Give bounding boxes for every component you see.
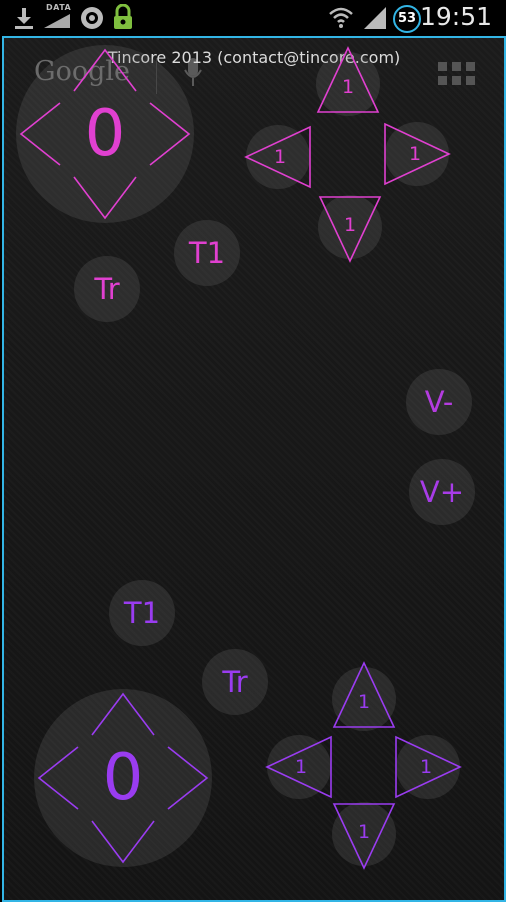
- player2-dpad-right[interactable]: 1: [395, 735, 462, 799]
- player1-dpad-left-label: 1: [273, 146, 287, 168]
- player1-dpad-right[interactable]: 1: [384, 122, 451, 186]
- volume-down-button[interactable]: V-: [406, 369, 472, 435]
- player1-dpad-right-label: 1: [408, 143, 422, 165]
- player1-joystick[interactable]: 0: [16, 45, 194, 223]
- volume-down-label: V-: [424, 385, 454, 419]
- player2-t1-label: T1: [123, 596, 161, 630]
- player1-dpad-down-label: 1: [343, 214, 357, 236]
- volume-up-button[interactable]: V+: [409, 459, 475, 525]
- player2-dpad-down-label: 1: [357, 821, 371, 843]
- app-notification-icon: [81, 7, 103, 29]
- player2-dpad-left[interactable]: 1: [265, 735, 332, 799]
- wifi-icon: [329, 7, 353, 28]
- notification-count-badge: 53: [393, 5, 421, 33]
- player2-dpad-left-label: 1: [294, 756, 308, 778]
- player1-joystick-value: 0: [84, 97, 126, 171]
- player1-tr-button[interactable]: Tr: [74, 256, 140, 322]
- player1-t1-button[interactable]: T1: [174, 220, 240, 286]
- player2-joystick[interactable]: 0: [34, 689, 212, 867]
- cell-signal-icon: [364, 7, 386, 29]
- player1-dpad-left[interactable]: 1: [244, 125, 311, 189]
- app-screen: Google Tincore 2013 (contact@tincore.com…: [2, 36, 506, 902]
- volume-up-label: V+: [419, 475, 465, 509]
- lock-icon: [114, 4, 132, 29]
- player1-dpad-down[interactable]: 1: [318, 195, 382, 263]
- player1-tr-label: Tr: [94, 272, 120, 306]
- data-label: DATA: [46, 3, 72, 12]
- player2-dpad-up[interactable]: 1: [332, 661, 396, 731]
- player2-t1-button[interactable]: T1: [109, 580, 175, 646]
- player1-dpad-up[interactable]: 1: [316, 46, 380, 116]
- player2-dpad-down[interactable]: 1: [332, 802, 396, 870]
- data-signal-icon: [44, 14, 70, 28]
- status-clock: 19:51: [419, 2, 492, 31]
- player2-dpad-up-label: 1: [357, 691, 371, 713]
- player2-joystick-value: 0: [102, 741, 144, 815]
- player1-t1-label: T1: [188, 236, 226, 270]
- download-icon: [15, 8, 33, 29]
- player1-dpad-up-label: 1: [341, 76, 355, 98]
- status-bar: DATA 53 19:51: [0, 0, 506, 36]
- player2-dpad-right-label: 1: [419, 756, 433, 778]
